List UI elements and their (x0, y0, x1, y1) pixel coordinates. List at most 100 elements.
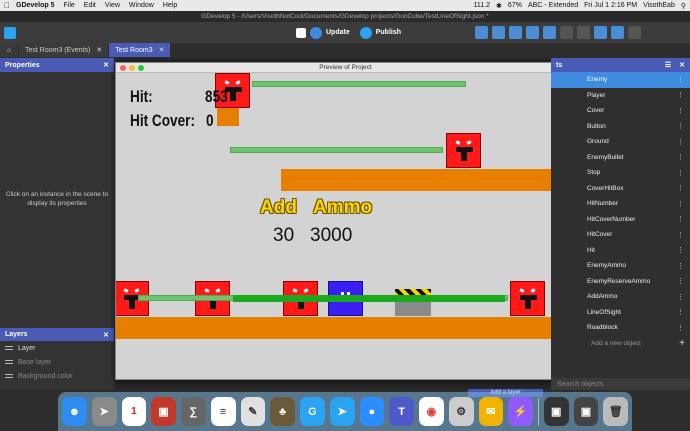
object-item-ground[interactable]: Ground ⋮ (551, 134, 690, 150)
object-item-player[interactable]: Player ⋮ (551, 88, 690, 104)
close-icon[interactable]: ✕ (96, 46, 102, 54)
object-item-button[interactable]: Button ⋮ (551, 119, 690, 135)
debug-icon[interactable] (296, 27, 306, 38)
battery-percent[interactable]: 67% (508, 2, 522, 9)
more-icon[interactable]: ⋮ (677, 138, 684, 146)
filter-icon[interactable]: ☰ (665, 61, 671, 69)
object-item-hitnumber[interactable]: HitNumber ⋮ (551, 196, 690, 212)
more-icon[interactable]: ⋮ (677, 184, 684, 192)
clock[interactable]: Fri Jul 1 2:16 PM (584, 2, 637, 9)
system-preferences-icon[interactable]: ⚙ (448, 397, 474, 426)
calculator-icon[interactable]: ∑ (181, 397, 206, 426)
object-item-coverhitbox[interactable]: CoverHitBox ⋮ (551, 181, 690, 197)
more-icon[interactable]: ⋮ (677, 324, 684, 332)
add-object-button[interactable]: Add a new object + (551, 336, 690, 351)
tab-scene[interactable]: Test Room3 ✕ (109, 43, 171, 57)
object-item-enemybullet[interactable]: EnemyBullet ⋮ (551, 150, 690, 166)
more-icon[interactable]: ⋮ (677, 107, 684, 115)
object-item-roadblock[interactable]: Roadblock ⋮ (551, 320, 690, 336)
trash-icon[interactable]: 🗑 (603, 397, 629, 426)
close-icon[interactable]: ✕ (159, 46, 165, 54)
objects-panel-icon[interactable] (475, 26, 488, 39)
preview-window[interactable]: Preview of Project Hit: 853 Hit Cover: 0… (115, 62, 576, 380)
input-source[interactable]: ABC - Extended (528, 2, 578, 9)
gdevelop-icon[interactable]: G (300, 397, 325, 426)
publish-icon[interactable] (359, 26, 372, 39)
more-icon[interactable]: ⋮ (677, 169, 684, 177)
more-icon[interactable]: ⋮ (677, 215, 684, 223)
tab-home[interactable]: ⌂ (0, 43, 18, 57)
close-icon[interactable]: ✕ (103, 61, 109, 69)
gimp-icon[interactable]: ♣ (270, 397, 295, 426)
update-icon[interactable] (310, 26, 322, 39)
more-icon[interactable]: ⋮ (677, 153, 684, 161)
telegram-icon[interactable]: ➤ (329, 397, 355, 426)
grid-icon[interactable] (594, 26, 607, 39)
visibility-icon[interactable] (5, 360, 13, 364)
more-icon[interactable]: ⋮ (677, 76, 684, 84)
instances-list-icon[interactable] (526, 26, 539, 39)
object-item-enemyreserveammo[interactable]: EnemyReserveAmmo ⋮ (551, 274, 690, 290)
layer-item[interactable]: Base layer (0, 355, 114, 369)
layer-item[interactable]: Layer (0, 341, 114, 355)
object-item-enemyammo[interactable]: EnemyAmmo ⋮ (551, 258, 690, 274)
undo-icon[interactable] (560, 26, 573, 39)
teams-icon[interactable]: T (389, 397, 414, 426)
object-item-hit[interactable]: Hit ⋮ (551, 243, 690, 259)
menu-app-name[interactable]: GDevelop 5 (16, 2, 55, 9)
messages-icon[interactable]: ✉ (478, 397, 504, 426)
more-icon[interactable]: ⋮ (677, 293, 684, 301)
reminders-icon[interactable]: ≡ (210, 397, 236, 426)
publish-button[interactable]: Publish (376, 29, 401, 36)
more-icon[interactable] (628, 26, 641, 39)
object-item-enemy[interactable]: Enemy ⋮ (551, 72, 690, 88)
layer-item[interactable]: Background color (0, 369, 114, 383)
launchpad-icon[interactable]: ➤ (91, 397, 117, 426)
zoom-window-button[interactable] (138, 65, 144, 71)
visibility-icon[interactable] (5, 374, 13, 378)
textedit-icon[interactable]: ✎ (240, 397, 266, 426)
menu-help[interactable]: Help (163, 2, 177, 9)
object-item-lineofsight[interactable]: LineOfSight ⋮ (551, 305, 690, 321)
more-icon[interactable]: ⋮ (677, 277, 684, 285)
more-icon[interactable]: ⋮ (677, 200, 684, 208)
menu-view[interactable]: View (105, 2, 120, 9)
redo-icon[interactable] (577, 26, 590, 39)
object-item-hitcovernumber[interactable]: HitCoverNumber ⋮ (551, 212, 690, 228)
user-name[interactable]: VisothEab (643, 2, 675, 9)
project-manager-icon[interactable] (4, 26, 16, 39)
zoom-icon[interactable] (611, 26, 624, 39)
bluetooth-icon[interactable]: ✱ (496, 2, 502, 10)
layers-panel-icon[interactable] (543, 26, 556, 39)
zoom-app-icon[interactable]: ● (359, 397, 385, 426)
apple-icon[interactable]:  (4, 1, 10, 10)
chrome-icon[interactable]: ◉ (419, 397, 444, 426)
game-canvas[interactable]: Hit: 853 Hit Cover: 0 Add Ammo 30 3000 (116, 73, 575, 379)
properties-panel-icon[interactable] (509, 26, 522, 39)
menu-window[interactable]: Window (129, 2, 154, 9)
plus-icon[interactable]: + (679, 338, 685, 349)
more-icon[interactable]: ⋮ (677, 122, 684, 130)
network-status[interactable]: 111.2 (474, 2, 490, 9)
close-icon[interactable]: ✕ (679, 61, 685, 69)
calendar-icon[interactable]: 1 (121, 397, 147, 426)
preview-window-thumbnail[interactable]: ▣ (543, 397, 569, 426)
finder-icon[interactable]: ☻ (62, 397, 87, 426)
more-icon[interactable]: ⋮ (677, 246, 684, 254)
search-objects-input[interactable]: Search objects (551, 378, 690, 390)
more-icon[interactable]: ⋮ (677, 91, 684, 99)
object-item-cover[interactable]: Cover ⋮ (551, 103, 690, 119)
update-button[interactable]: Update (326, 29, 350, 36)
minimize-window-button[interactable] (129, 65, 135, 71)
more-icon[interactable]: ⋮ (677, 231, 684, 239)
more-icon[interactable]: ⋮ (677, 262, 684, 270)
object-groups-icon[interactable] (492, 26, 505, 39)
search-icon[interactable]: ⚲ (681, 2, 686, 10)
close-icon[interactable]: ✕ (103, 331, 109, 339)
object-item-hitcover[interactable]: HitCover ⋮ (551, 227, 690, 243)
messenger-icon[interactable]: ⚡ (508, 397, 533, 426)
object-item-addammo[interactable]: AddAmmo ⋮ (551, 289, 690, 305)
more-icon[interactable]: ⋮ (677, 308, 684, 316)
menu-file[interactable]: File (64, 2, 75, 9)
tab-events[interactable]: Test Room3 (Events) ✕ (19, 43, 109, 57)
